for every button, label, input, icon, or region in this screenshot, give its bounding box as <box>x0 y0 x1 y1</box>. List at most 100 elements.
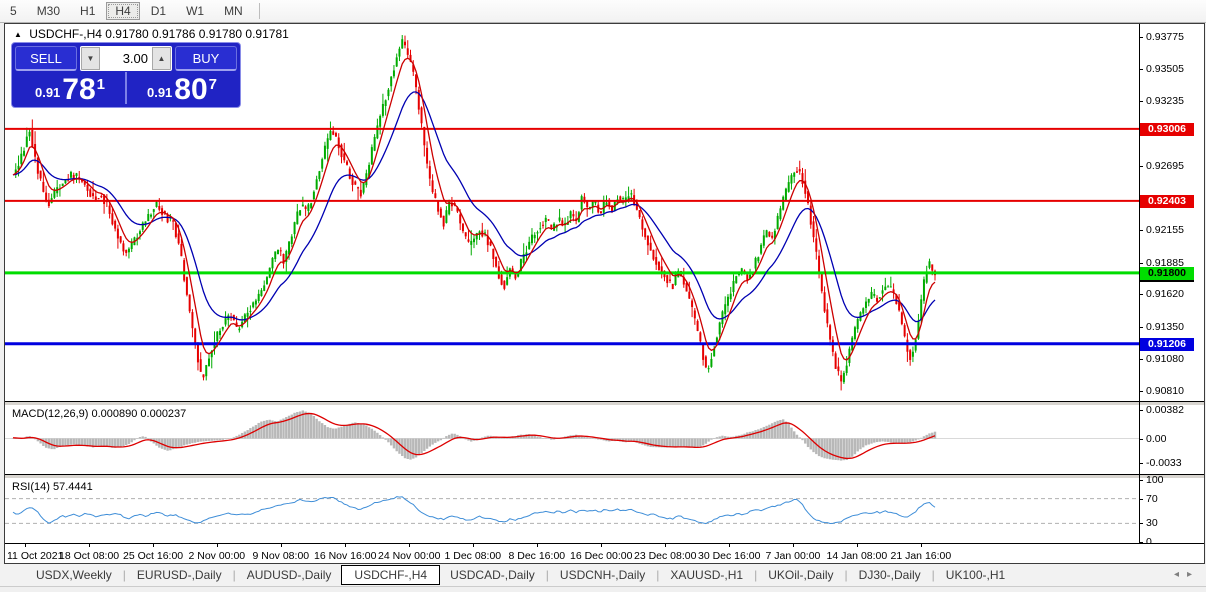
time-tick-label: 24 Nov 00:00 <box>378 550 441 562</box>
macd-indicator-pane[interactable]: MACD(12,26,9) 0.000890 0.000237 <box>5 405 1204 475</box>
axis-tick-label: 30 <box>1146 517 1158 529</box>
axis-tick <box>1139 439 1143 440</box>
volume-control: ▼ ▲ <box>80 46 172 71</box>
tab-usdchf-h4[interactable]: USDCHF-,H4 <box>341 565 441 585</box>
rsi-label: RSI(14) 57.4441 <box>12 481 93 493</box>
symbol-label: USDCHF-,H4 <box>29 27 102 41</box>
time-tick-label: 30 Dec 16:00 <box>698 550 761 562</box>
axis-tick-label: 0.00382 <box>1146 404 1184 416</box>
time-tick-label: 8 Dec 16:00 <box>508 550 566 562</box>
axis-tick-label: 0.93775 <box>1146 31 1184 43</box>
macd-label: MACD(12,26,9) 0.000890 0.000237 <box>12 408 187 420</box>
volume-input[interactable] <box>100 47 152 70</box>
rsi-indicator-pane[interactable]: RSI(14) 57.4441 <box>5 478 1204 544</box>
level-price-badge: 0.93006 <box>1140 123 1194 136</box>
quote-header: ▲ USDCHF-,H4 0.91780 0.91786 0.91780 0.9… <box>14 27 289 41</box>
tab-divider: | <box>844 568 848 582</box>
axis-tick <box>1139 101 1143 102</box>
time-tick <box>153 544 154 547</box>
axis-tick <box>1139 166 1143 167</box>
time-tick <box>793 544 794 547</box>
timeframe-button-m30[interactable]: M30 <box>28 2 69 20</box>
time-tick <box>217 544 218 547</box>
sell-price-big: 78 <box>62 73 96 106</box>
axis-tick-label: 0.90810 <box>1146 385 1184 397</box>
axis-tick-label: 0.93235 <box>1146 95 1184 107</box>
axis-tick <box>1139 294 1143 295</box>
axis-tick <box>1139 499 1143 500</box>
tab-divider: | <box>545 568 549 582</box>
collapse-panel-icon[interactable]: ▲ <box>14 30 22 39</box>
sell-price-pip: 1 <box>96 76 106 93</box>
tab-usdcnh-daily[interactable]: USDCNH-,Daily <box>550 566 655 584</box>
time-tick-label: 2 Nov 00:00 <box>188 550 246 562</box>
axis-tick-label: 0.91620 <box>1146 288 1184 300</box>
timeframe-button-5[interactable]: 5 <box>1 2 26 20</box>
axis-tick-label: 0.92155 <box>1146 224 1184 236</box>
tab-divider: | <box>931 568 935 582</box>
time-tick-label: 16 Dec 00:00 <box>570 550 633 562</box>
time-tick <box>601 544 602 547</box>
chart-tab-bar: USDX,Weekly | EURUSD-,Daily | AUDUSD-,Daily U… <box>0 564 1206 586</box>
buy-price-display[interactable]: 0.91 80 7 <box>125 72 237 106</box>
time-tick-label: 14 Jan 08:00 <box>826 550 888 562</box>
tab-xauusd-h1[interactable]: XAUUSD-,H1 <box>660 566 753 584</box>
time-tick-label: 18 Oct 08:00 <box>59 550 120 562</box>
timeframe-button-mn[interactable]: MN <box>215 2 252 20</box>
tab-uk100-h1[interactable]: UK100-,H1 <box>936 566 1015 584</box>
axis-tick <box>1139 37 1143 38</box>
axis-tick <box>1139 410 1143 411</box>
axis-tick-label: 0.91350 <box>1146 321 1184 333</box>
tab-scroll-arrows: ◂▸ <box>1174 569 1200 580</box>
timeframe-button-w1[interactable]: W1 <box>177 2 213 20</box>
axis-tick-label: 0.93505 <box>1146 63 1184 75</box>
sell-price-display[interactable]: 0.91 78 1 <box>15 72 125 106</box>
tab-usdcad-daily[interactable]: USDCAD-,Daily <box>440 566 545 584</box>
time-tick-label: 1 Dec 08:00 <box>444 550 502 562</box>
axis-tick <box>1139 391 1143 392</box>
time-tick-label: 21 Jan 16:00 <box>890 550 952 562</box>
tab-scroll-right-icon[interactable]: ▸ <box>1187 569 1200 580</box>
axis-tick <box>1139 263 1143 264</box>
time-tick-label: 9 Nov 08:00 <box>252 550 310 562</box>
status-bar <box>0 586 1206 592</box>
time-tick-label: 11 Oct 2021 <box>7 550 64 562</box>
axis-tick <box>1139 523 1143 524</box>
tab-eurusd-daily[interactable]: EURUSD-,Daily <box>127 566 232 584</box>
price-chart-pane[interactable]: ▲ USDCHF-,H4 0.91780 0.91786 0.91780 0.9… <box>5 24 1204 402</box>
tab-usdx-weekly[interactable]: USDX,Weekly <box>26 566 122 584</box>
axis-tick-label: 100 <box>1146 474 1164 486</box>
axis-tick-label: 0.91080 <box>1146 353 1184 365</box>
axis-tick <box>1139 327 1143 328</box>
time-tick-label: 23 Dec 08:00 <box>634 550 697 562</box>
time-axis[interactable]: 11 Oct 2021 18 Oct 08:00 25 Oct 16:00 2 Nov… <box>5 544 1204 563</box>
one-click-trade-panel: SELL ▼ ▲ BUY 0.91 78 1 0.91 <box>11 42 241 108</box>
axis-tick <box>1139 359 1143 360</box>
time-tick <box>921 544 922 547</box>
level-price-badge: 0.91800 <box>1140 267 1194 280</box>
volume-decrease-icon[interactable]: ▼ <box>81 47 100 70</box>
timeframe-button-d1[interactable]: D1 <box>142 2 175 20</box>
buy-price-big: 80 <box>174 73 208 106</box>
tab-ukoil-daily[interactable]: UKOil-,Daily <box>758 566 843 584</box>
ohlc-values: 0.91780 0.91786 0.91780 0.91781 <box>105 27 289 41</box>
tab-dj30-daily[interactable]: DJ30-,Daily <box>849 566 931 584</box>
axis-tick <box>1139 69 1143 70</box>
time-tick <box>537 544 538 547</box>
tab-divider: | <box>232 568 236 582</box>
sell-button[interactable]: SELL <box>15 46 77 71</box>
tab-scroll-left-icon[interactable]: ◂ <box>1174 569 1187 580</box>
timeframe-button-h4[interactable]: H4 <box>106 2 140 20</box>
rsi-chart[interactable] <box>5 478 1139 543</box>
time-tick <box>409 544 410 547</box>
timeframe-button-h1[interactable]: H1 <box>71 2 104 20</box>
volume-increase-icon[interactable]: ▲ <box>152 47 171 70</box>
axis-tick <box>1139 542 1143 543</box>
level-price-badge: 0.92403 <box>1140 195 1194 208</box>
time-tick <box>89 544 90 547</box>
buy-button[interactable]: BUY <box>175 46 237 71</box>
time-tick <box>857 544 858 547</box>
timeframe-toolbar: 5 M30 H1 H4 D1 W1 MN <box>0 0 1206 23</box>
time-tick <box>345 544 346 547</box>
tab-audusd-daily[interactable]: AUDUSD-,Daily <box>237 566 342 584</box>
